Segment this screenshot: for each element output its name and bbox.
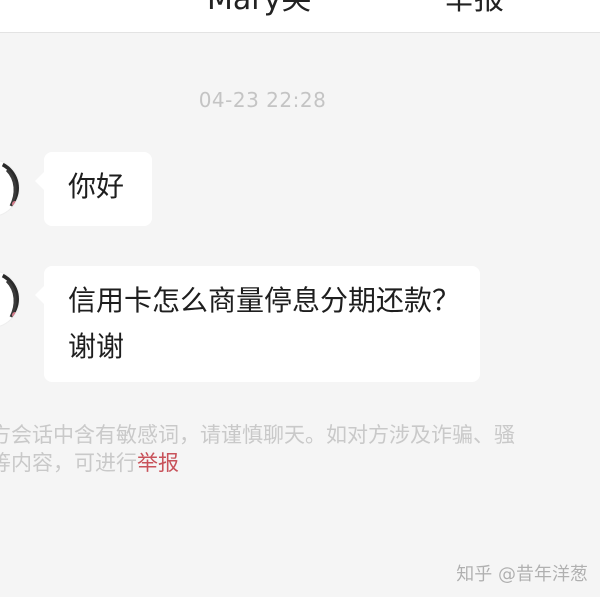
notice-text: 等内容，可进行举报 [0,449,590,477]
watermark: 知乎 @昔年洋葱 [456,564,588,585]
message-bubble[interactable]: 你好 [35,152,152,226]
chat-screen: Mary笑 举报 04-23 22:28 你好 信用卡怎么商量停息分期还款？谢谢… [0,0,600,597]
avatar-image-icon [1,272,19,325]
notice-text-prefix: 等内容，可进行 [0,451,137,475]
avatar[interactable] [0,159,20,217]
message-timestamp: 04-23 22:28 [198,88,327,112]
chat-header: Mary笑 举报 [0,0,600,33]
chat-title: Mary笑 [207,0,311,19]
report-link[interactable]: 举报 [137,451,179,475]
notice-text: 方会话中含有敏感词，请谨慎聊天。如对方涉及诈骗、骚 [0,423,515,447]
message-bubble[interactable]: 信用卡怎么商量停息分期还款？谢谢 [35,266,480,382]
report-button[interactable]: 举报 [444,0,504,19]
message-text: 信用卡怎么商量停息分期还款？谢谢 [68,284,461,363]
sensitive-word-notice: 方会话中含有敏感词，请谨慎聊天。如对方涉及诈骗、骚 等内容，可进行举报 [0,421,590,477]
avatar[interactable] [0,270,20,328]
avatar-image-icon [1,161,19,214]
message-text: 你好 [68,170,125,203]
